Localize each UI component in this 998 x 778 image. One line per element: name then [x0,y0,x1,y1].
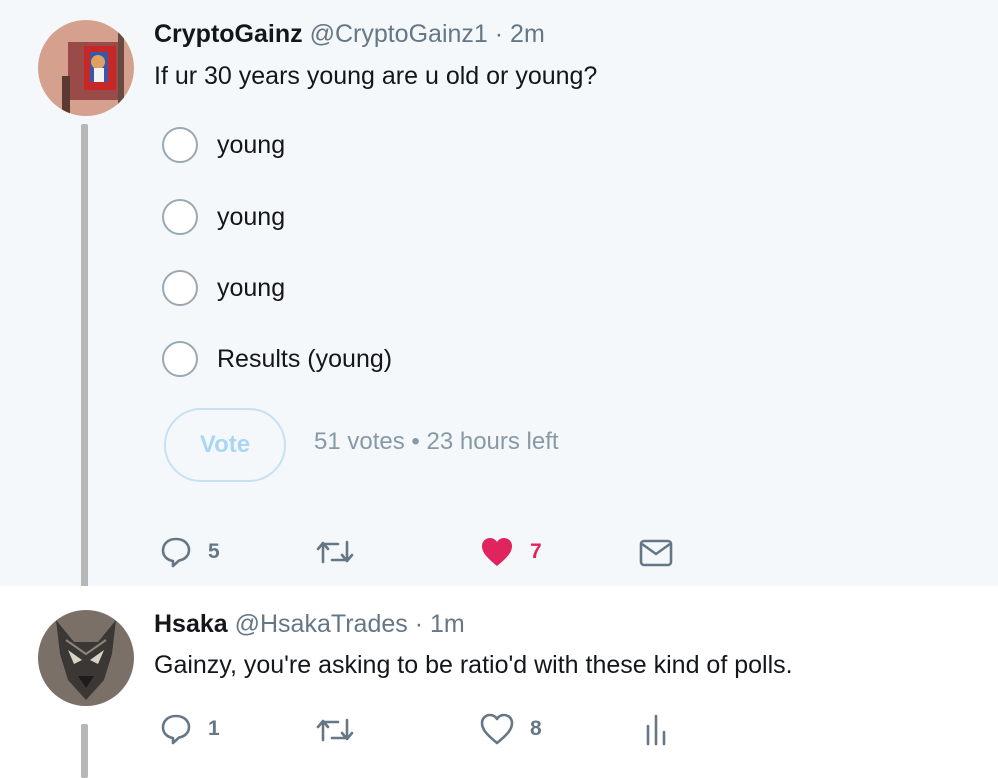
radio-button[interactable] [162,341,198,377]
retweet-icon [316,540,354,564]
poll-meta: 51 votes • 23 hours left [314,428,559,456]
poll-option[interactable]: young [162,268,285,308]
poll-option-label: young [217,202,286,231]
author-name[interactable]: Hsaka [154,610,228,638]
direct-message-action[interactable] [639,539,673,567]
poll-option[interactable]: young [162,197,285,237]
like-icon [482,538,512,566]
tweet-timestamp[interactable]: 1m [430,610,465,638]
author-name[interactable]: CryptoGainz [154,20,303,48]
retweet-action[interactable] [315,715,371,745]
poll-vote-count: 51 votes [314,428,405,455]
tweet-header: CryptoGainz @CryptoGainz1 · 2m [154,20,545,49]
like-action[interactable]: 8 [480,713,542,745]
poll-option-label: Results (young) [217,344,393,373]
reply-count: 5 [208,540,220,563]
thread-line [81,724,88,778]
like-count: 8 [530,717,542,740]
direct-message-icon [639,539,673,567]
avatar-crypto-gainz-icon [38,20,134,116]
poll-option-label: young [217,273,286,302]
reply-icon [161,714,191,745]
avatar-wolf-icon [38,610,134,706]
tweet-text: Gainzy, you're asking to be ratio'd with… [154,651,793,679]
like-icon [480,713,514,745]
tweet-header: Hsaka @HsakaTrades · 1m [154,610,465,639]
poll-option-label: young [217,130,286,159]
retweet-action[interactable] [315,537,371,567]
author-avatar[interactable] [38,610,134,706]
author-avatar[interactable] [38,20,134,116]
like-action[interactable]: 7 [480,536,542,568]
poll-option[interactable]: young [162,125,285,165]
header-separator: · [414,610,424,638]
like-count: 7 [530,540,542,563]
analytics-action[interactable] [645,712,667,746]
thread-line [81,124,88,602]
header-separator: · [494,20,504,48]
radio-button[interactable] [162,270,198,306]
author-handle[interactable]: @HsakaTrades [235,610,408,638]
author-handle[interactable]: @CryptoGainz1 [310,20,488,48]
poll-meta-separator: • [411,428,420,455]
reply-action[interactable]: 1 [160,713,220,745]
retweet-icon [316,718,354,742]
radio-button[interactable] [162,127,198,163]
reply-count: 1 [208,717,220,740]
tweet-cryptogainz[interactable]: CryptoGainz @CryptoGainz1 · 2m If ur 30 … [0,0,998,602]
analytics-icon [646,714,666,746]
poll-option[interactable]: Results (young) [162,339,392,379]
reply-icon [161,537,191,568]
poll-time-left: 23 hours left [426,428,559,455]
radio-button[interactable] [162,199,198,235]
tweet-text: If ur 30 years young are u old or young? [154,62,598,90]
reply-action[interactable]: 5 [160,536,220,568]
vote-button[interactable]: Vote [164,408,286,482]
tweet-hsaka[interactable]: Hsaka @HsakaTrades · 1m Gainzy, you're a… [0,586,998,778]
tweet-timestamp[interactable]: 2m [510,20,545,48]
